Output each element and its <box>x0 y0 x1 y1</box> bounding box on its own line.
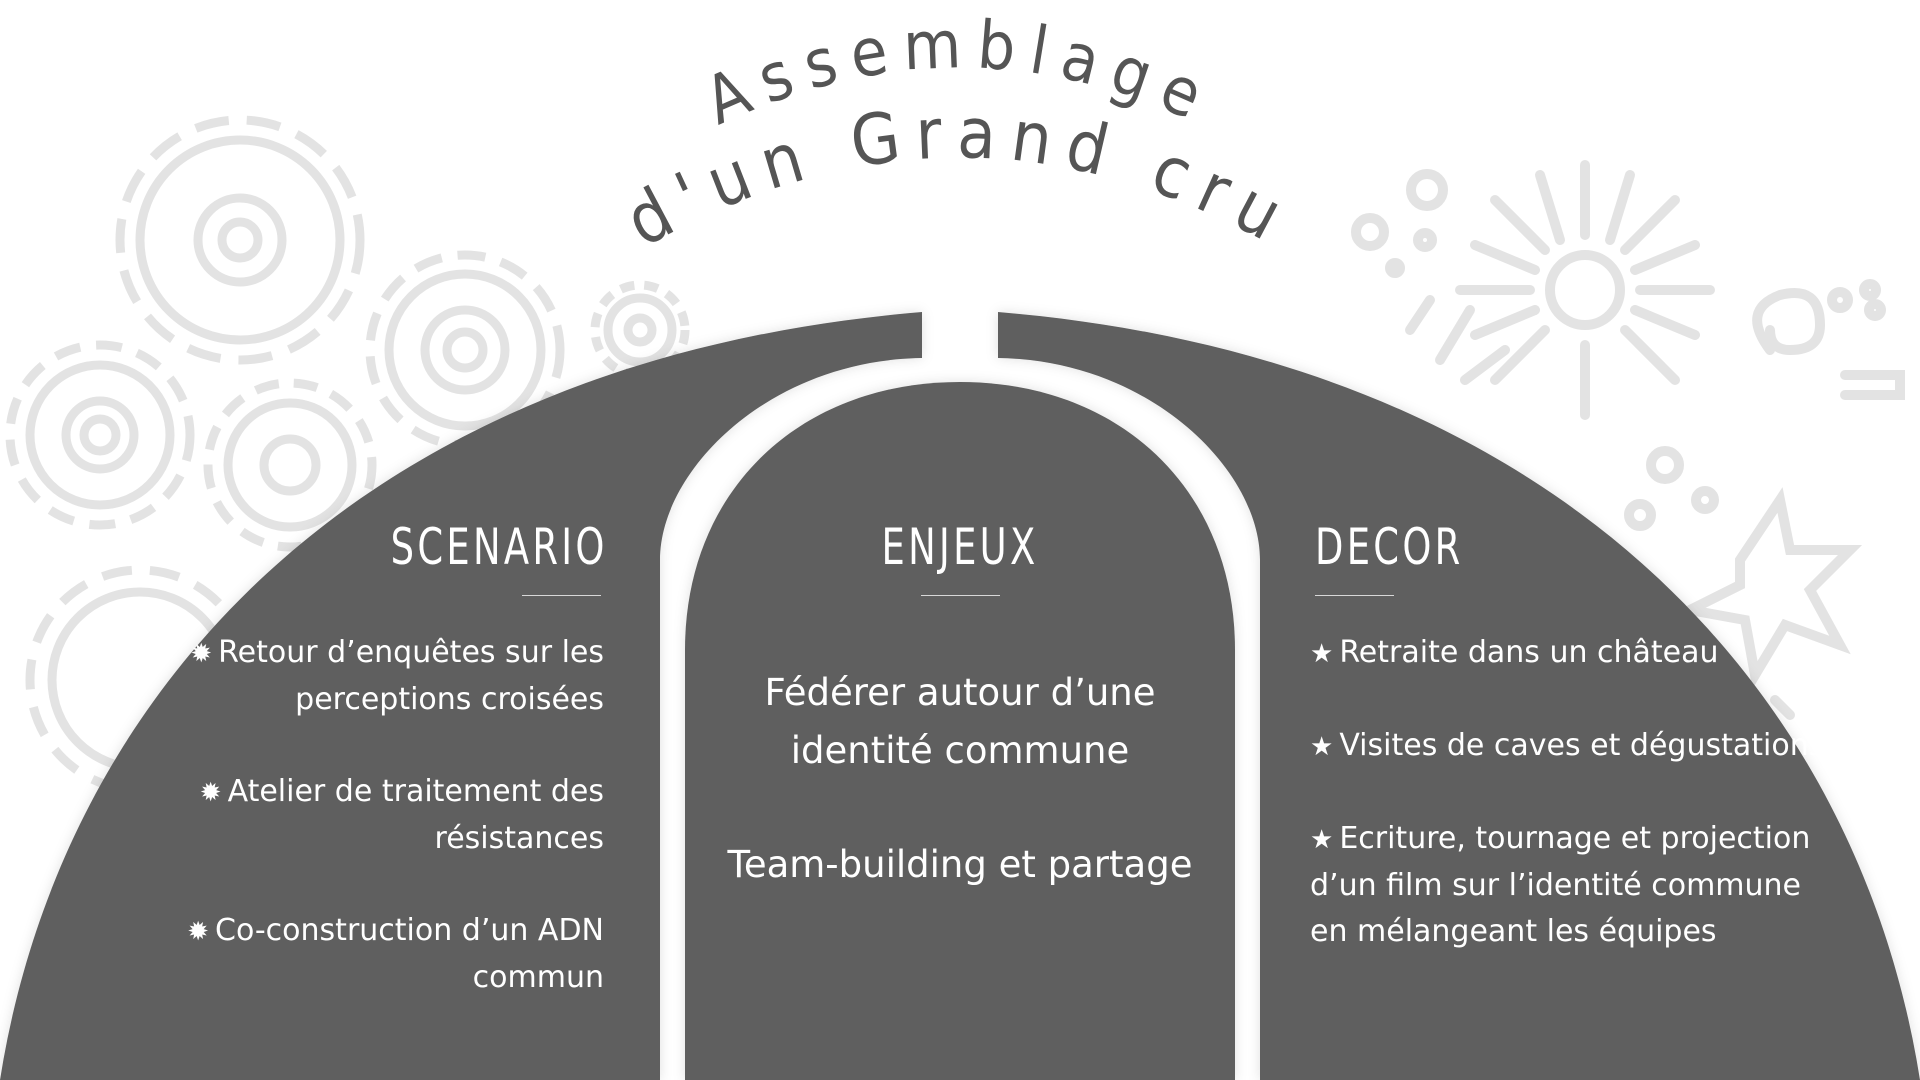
list-item: ★ Visites de caves et dégustations <box>1310 723 1830 770</box>
enjeux-divider <box>921 595 1000 596</box>
list-item: ✹ Retour d’enquêtes sur les perceptions c… <box>184 630 604 723</box>
list-item: Team-building et partage <box>727 843 1193 886</box>
list-item: Fédérer autour d’une identité commune <box>764 671 1156 772</box>
gear-icon: ✹ <box>187 917 209 947</box>
slide: Assemblage d'un Grand cru SCENARIO ✹ Reto… <box>0 0 1920 1080</box>
star-icon: ★ <box>1310 639 1334 669</box>
enjeux-heading: ENJEUX <box>881 518 1039 576</box>
decor-divider <box>1315 595 1394 596</box>
gear-icon: ✹ <box>199 778 222 808</box>
decor-heading: DECOR <box>1315 518 1464 576</box>
list-item: ✹ Atelier de traitement des résistances <box>184 769 604 862</box>
enjeux-list: Fédérer autour d’une identité commune Te… <box>700 664 1220 950</box>
scenario-heading: SCENARIO <box>390 518 608 576</box>
scenario-list: ✹ Retour d’enquêtes sur les perceptions c… <box>184 630 604 1047</box>
list-item: ★ Retraite dans un château <box>1310 630 1830 677</box>
decor-list: ★ Retraite dans un château ★ Visites de ca… <box>1310 630 1830 1001</box>
star-icon: ★ <box>1310 732 1334 762</box>
list-item: ★ Ecriture, tournage et projection d’un f… <box>1310 816 1830 955</box>
list-item: ✹ Co-construction d’un ADN commun <box>184 908 604 1001</box>
star-icon: ★ <box>1310 825 1334 855</box>
scenario-divider <box>522 595 601 596</box>
gear-icon: ✹ <box>190 639 213 669</box>
